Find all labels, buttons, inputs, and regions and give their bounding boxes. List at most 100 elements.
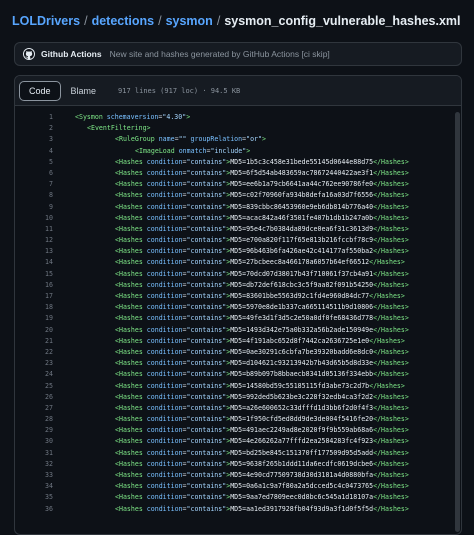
code-line: 24 <Hashes condition="contains">MD5=b89b0…	[15, 369, 461, 380]
breadcrumb-repo-link[interactable]: LOLDrivers	[12, 14, 80, 28]
line-number[interactable]: 23	[15, 358, 53, 369]
line-number[interactable]: 17	[15, 291, 53, 302]
line-number[interactable]: 15	[15, 269, 53, 280]
line-number[interactable]: 32	[15, 459, 53, 470]
code-line: 25 <Hashes condition="contains">MD5=14580…	[15, 381, 461, 392]
hash-value: MD5=b89b097b8bbaecb8341d05136f334ebb	[230, 370, 374, 379]
line-content: <Hashes condition="contains">MD5=9aa7ed7…	[115, 493, 409, 502]
line-number[interactable]: 18	[15, 302, 53, 313]
hash-value: MD5=4e266262a77fffd2ea2584283fc4f923	[230, 437, 374, 446]
line-content: <Hashes condition="contains">MD5=96b463b…	[115, 247, 409, 256]
line-content: <Hashes condition="contains">MD5=c02f709…	[115, 191, 409, 200]
hash-value: MD5=992ded5b623be3c228f32edb4ca3f2d2	[230, 392, 374, 401]
line-content: <Hashes condition="contains">MD5=14580bd…	[115, 381, 405, 390]
hash-value: MD5=9638f265b1ddd11da6ecdfc0619dcbe6	[230, 459, 374, 468]
line-content: <Hashes condition="contains">MD5=4e90cd7…	[115, 471, 409, 479]
hash-value: MD5=27bcbeec8a466178a6057b64ef66512	[230, 258, 370, 267]
line-content: <Hashes condition="contains">MD5=1493d34…	[115, 325, 409, 334]
github-avatar-icon[interactable]	[23, 48, 35, 60]
code-line: 32 <Hashes condition="contains">MD5=9638f…	[15, 459, 461, 470]
code-line: 11 <Hashes condition="contains">MD5=95e4c…	[15, 224, 461, 235]
code-line: 26 <Hashes condition="contains">MD5=992de…	[15, 392, 461, 403]
hash-value: MD5=bd25be845c151370ff177509d95d5add	[230, 448, 374, 457]
line-number[interactable]: 12	[15, 235, 53, 246]
code-line: 29 <Hashes condition="contains">MD5=491ae…	[15, 425, 461, 436]
commit-message-link[interactable]: New site and hashes generated by GitHub …	[110, 49, 330, 59]
line-content: <Hashes condition="contains">MD5=839cbbc…	[115, 202, 409, 211]
hash-value: MD5=db72def618cbc3c5f9aa82f091b54250	[230, 280, 374, 289]
line-number[interactable]: 33	[15, 470, 53, 481]
code-scrollbar[interactable]	[455, 112, 460, 532]
line-number[interactable]: 10	[15, 213, 53, 224]
code-line: 5 <Hashes condition="contains">MD5=1b5c3c…	[15, 157, 461, 168]
line-number[interactable]: 13	[15, 246, 53, 257]
line-content: <Hashes condition="contains">MD5=ee6b1a7…	[115, 180, 409, 189]
tab-blame[interactable]: Blame	[61, 81, 107, 101]
file-header: Code Blame 917 lines (917 loc) · 94.5 KB	[15, 76, 461, 106]
line-number[interactable]: 14	[15, 257, 53, 268]
line-content: <Hashes condition="contains">MD5=1f950cf…	[115, 415, 409, 424]
code-line: 15 <Hashes condition="contains">MD5=70dcd…	[15, 269, 461, 280]
code-line: 2 <EventFiltering>	[15, 123, 461, 134]
hash-value: MD5=4f191abc652d8f7442ca2636725e1e0	[230, 336, 370, 345]
line-number[interactable]: 21	[15, 336, 53, 347]
line-content: <Hashes condition="contains">MD5=83601bb…	[115, 292, 405, 300]
line-number[interactable]: 19	[15, 313, 53, 324]
code-line: 28 <Hashes condition="contains">MD5=1f950…	[15, 414, 461, 425]
latest-commit-bar: Github Actions New site and hashes gener…	[14, 42, 462, 66]
line-content: <Hashes condition="contains">MD5=491aec2…	[115, 426, 409, 435]
code-line: 30 <Hashes condition="contains">MD5=4e266…	[15, 436, 461, 447]
line-number[interactable]: 3	[15, 134, 53, 145]
line-number[interactable]: 9	[15, 202, 53, 213]
code-view[interactable]: 1 <Sysmon schemaversion="4.30"> 2 <EventFil…	[15, 112, 461, 515]
code-line: 13 <Hashes condition="contains">MD5=96b46…	[15, 246, 461, 257]
breadcrumb: LOLDrivers / detections / sysmon / sysmon_conf…	[12, 14, 461, 28]
line-content: <Hashes condition="contains">MD5=db72def…	[115, 280, 409, 289]
breadcrumb-current-file: sysmon_config_vulnerable_hashes.xml	[224, 14, 461, 28]
line-number[interactable]: 35	[15, 492, 53, 503]
hash-value: MD5=83601bbe5563d92c1fd4e960d84dc77	[230, 292, 370, 300]
breadcrumb-detections-link[interactable]: detections	[92, 14, 155, 28]
code-line: 18 <Hashes condition="contains">MD5=5970e…	[15, 302, 461, 313]
code-line: 7 <Hashes condition="contains">MD5=ee6b1a…	[15, 179, 461, 190]
line-number[interactable]: 28	[15, 414, 53, 425]
commit-author-link[interactable]: Github Actions	[41, 49, 102, 59]
code-line: 12 <Hashes condition="contains">MD5=e700a…	[15, 235, 461, 246]
line-number[interactable]: 6	[15, 168, 53, 179]
hash-value: MD5=1b5c3c458e31bede55145d0644e88d75	[230, 157, 374, 166]
line-number[interactable]: 22	[15, 347, 53, 358]
line-content: <Sysmon schemaversion="4.30">	[75, 113, 191, 121]
line-number[interactable]: 30	[15, 436, 53, 447]
tab-code[interactable]: Code	[19, 80, 61, 101]
hash-value: MD5=9aa7ed7809eec0d8bc6c545a1d18107a	[230, 493, 374, 502]
line-number[interactable]: 25	[15, 381, 53, 392]
code-line: 20 <Hashes condition="contains">MD5=1493d…	[15, 325, 461, 336]
hash-value: MD5=1493d342e75a0b332a56b2ade150949e	[230, 325, 374, 334]
line-number[interactable]: 2	[15, 123, 53, 134]
line-number[interactable]: 29	[15, 425, 53, 436]
line-number[interactable]: 8	[15, 190, 53, 201]
line-number[interactable]: 16	[15, 280, 53, 291]
line-number[interactable]: 5	[15, 157, 53, 168]
line-content: <Hashes condition="contains">MD5=70dcd07…	[115, 269, 409, 278]
line-number[interactable]: 11	[15, 224, 53, 235]
breadcrumb-sysmon-link[interactable]: sysmon	[166, 14, 213, 28]
line-number[interactable]: 24	[15, 369, 53, 380]
line-content: <RuleGroup name="" groupRelation="or">	[115, 135, 266, 144]
line-content: <Hashes condition="contains">MD5=e700a82…	[115, 236, 409, 245]
line-content: <Hashes condition="contains">MD5=b89b097…	[115, 370, 409, 379]
line-content: <Hashes condition="contains">MD5=5970e8d…	[115, 303, 409, 312]
line-number[interactable]: 4	[15, 146, 53, 157]
code-line: 23 <Hashes condition="contains">MD5=d1046…	[15, 358, 461, 369]
line-number[interactable]: 1	[15, 112, 53, 123]
line-content: <Hashes condition="contains">MD5=0ae3029…	[115, 347, 409, 356]
line-number[interactable]: 31	[15, 448, 53, 459]
line-number[interactable]: 27	[15, 403, 53, 414]
hash-value: MD5=e700a820f117f65e813b216fccbf78c9	[230, 236, 374, 245]
line-number[interactable]: 36	[15, 504, 53, 515]
line-number[interactable]: 34	[15, 481, 53, 492]
line-number[interactable]: 20	[15, 325, 53, 336]
line-number[interactable]: 26	[15, 392, 53, 403]
hash-value: MD5=acac842a46f3501fe407b1db1b247a0b	[230, 213, 374, 222]
line-number[interactable]: 7	[15, 179, 53, 190]
